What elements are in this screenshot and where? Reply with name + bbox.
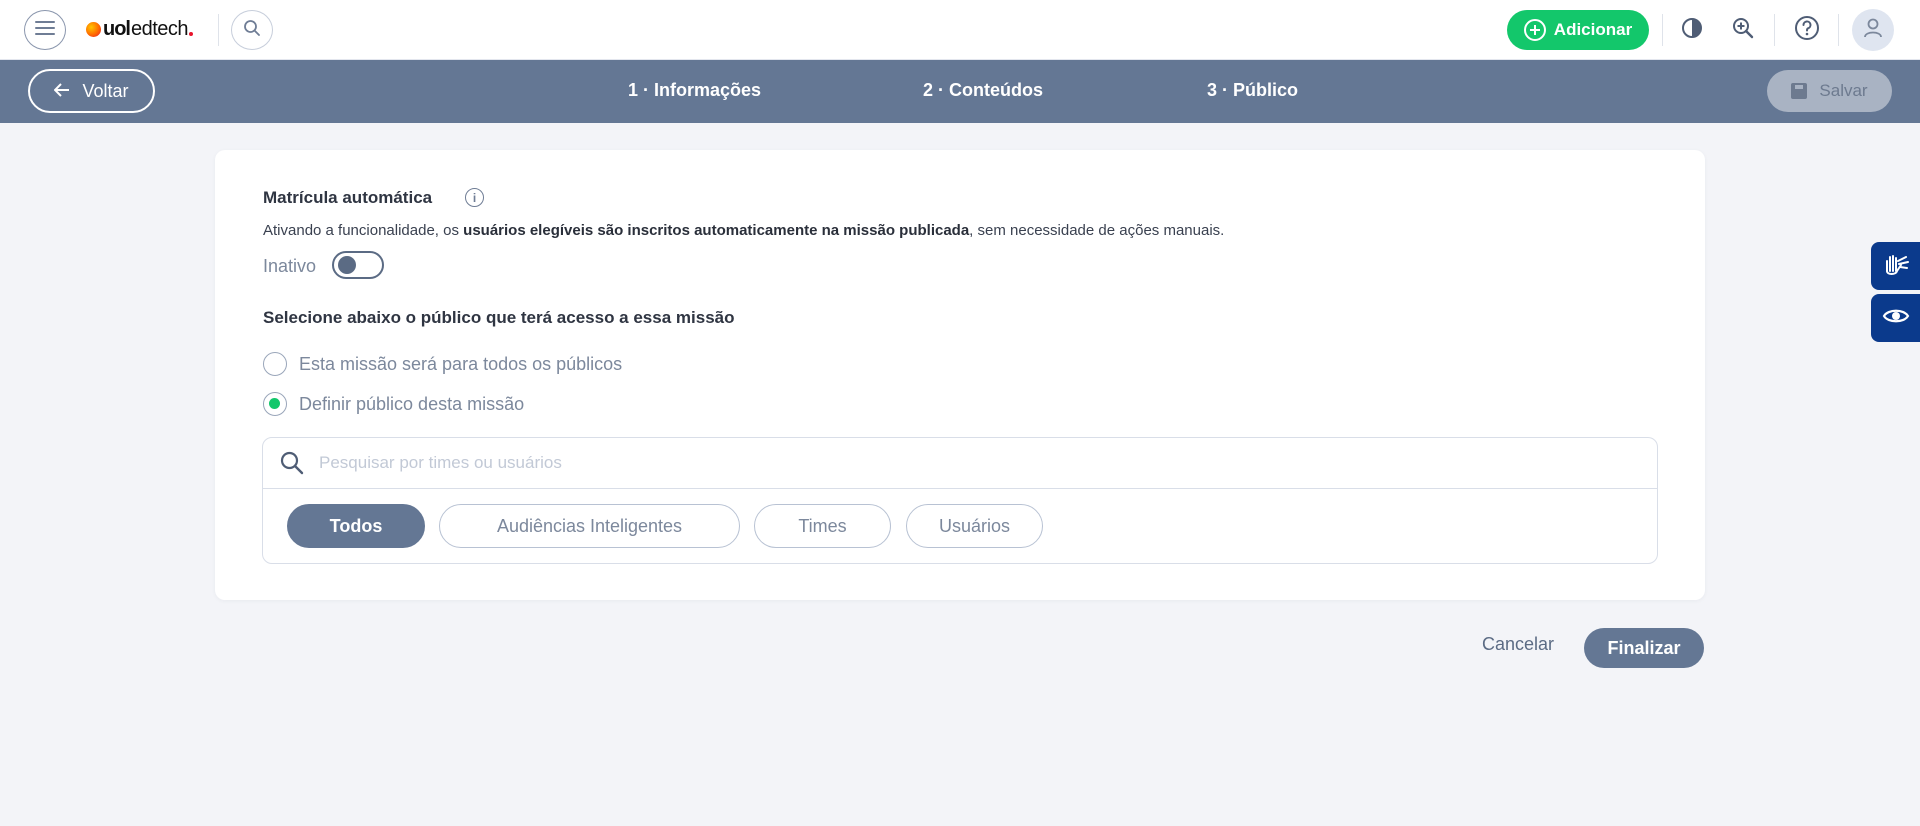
plus-circle-icon	[1523, 19, 1546, 41]
info-icon[interactable]: i	[465, 188, 484, 207]
save-button-label: Salvar	[1819, 81, 1868, 100]
help-icon	[1794, 15, 1820, 46]
zoom-button[interactable]	[1728, 15, 1758, 45]
user-icon	[1862, 17, 1884, 44]
divider	[1838, 14, 1839, 46]
audience-card: Matrícula automática i Ativando a funcio…	[215, 150, 1705, 600]
radio-button[interactable]	[263, 352, 287, 376]
radio-label: Esta missão será para todos os públicos	[299, 353, 623, 374]
add-button[interactable]: Adicionar	[1507, 10, 1649, 50]
contrast-button[interactable]	[1677, 15, 1707, 45]
audience-search-input[interactable]	[319, 448, 1619, 478]
chip-usuarios[interactable]: Usuários	[906, 504, 1043, 548]
auto-enroll-title: Matrícula automática	[263, 188, 433, 207]
save-button[interactable]: Salvar	[1767, 70, 1892, 112]
search-icon	[279, 450, 305, 481]
divider	[218, 14, 219, 46]
chip-todos[interactable]: Todos	[287, 504, 425, 548]
radio-all-audiences[interactable]: Esta missão será para todos os públicos	[263, 352, 622, 376]
eye-icon	[1882, 306, 1910, 331]
finish-button[interactable]: Finalizar	[1584, 628, 1704, 668]
save-icon	[1791, 83, 1808, 99]
wizard-stepbar: Voltar 1 · Informações 2 · Conteúdos 3 ·…	[0, 60, 1920, 123]
audience-filter-panel: Todos Audiências Inteligentes Times Usuá…	[262, 437, 1658, 564]
toggle-label: Inativo	[263, 256, 317, 276]
audience-search	[263, 438, 1657, 489]
divider	[1774, 14, 1775, 46]
top-navbar: uol edtech Adicionar	[0, 0, 1920, 60]
radio-label: Definir público desta missão	[299, 393, 525, 414]
logo-edtech-text: edtech	[131, 17, 189, 40]
step-publico[interactable]: 3 · Público	[1207, 80, 1298, 101]
sign-language-icon	[1881, 249, 1911, 284]
cancel-button[interactable]: Cancelar	[1482, 634, 1554, 655]
back-button-label: Voltar	[82, 80, 129, 101]
add-button-label: Adicionar	[1553, 20, 1633, 39]
arrow-left-icon	[54, 81, 70, 102]
toggle-knob	[338, 256, 356, 274]
radio-define-audience[interactable]: Definir público desta missão	[263, 392, 524, 416]
help-button[interactable]	[1792, 15, 1822, 45]
divider	[1662, 14, 1663, 46]
audience-title: Selecione abaixo o público que terá aces…	[263, 308, 735, 327]
logo-mark-icon	[86, 21, 101, 37]
menu-button[interactable]	[24, 10, 66, 50]
avatar[interactable]	[1852, 9, 1894, 51]
global-search-button[interactable]	[231, 10, 273, 50]
hamburger-icon	[34, 19, 56, 42]
search-icon	[243, 19, 261, 42]
sign-language-button[interactable]	[1871, 242, 1920, 290]
radio-button-selected[interactable]	[263, 392, 287, 416]
back-button[interactable]: Voltar	[28, 69, 155, 113]
accessibility-view-button[interactable]	[1871, 294, 1920, 342]
chip-times[interactable]: Times	[754, 504, 891, 548]
logo-dot-icon	[189, 32, 194, 36]
zoom-in-icon	[1731, 16, 1755, 45]
auto-enroll-toggle[interactable]	[332, 251, 384, 279]
step-informacoes[interactable]: 1 · Informações	[628, 80, 761, 101]
logo-uol-text: uol	[103, 17, 131, 40]
logo: uol edtech	[86, 17, 194, 41]
auto-enroll-description: Ativando a funcionalidade, os usuários e…	[263, 222, 1225, 239]
chip-audiencias-inteligentes[interactable]: Audiências Inteligentes	[439, 504, 740, 548]
step-conteudos[interactable]: 2 · Conteúdos	[923, 80, 1043, 101]
contrast-icon	[1681, 17, 1703, 44]
